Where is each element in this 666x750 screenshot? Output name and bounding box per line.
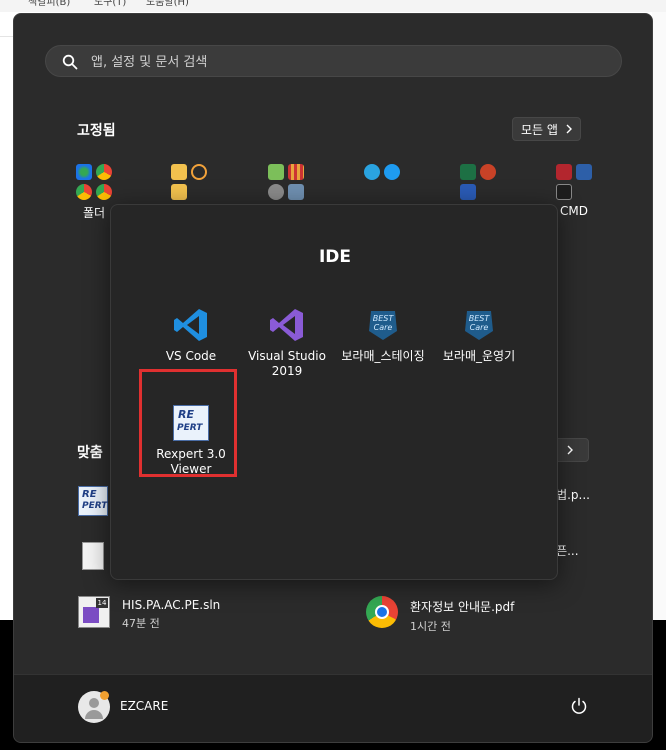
app-label: VS Code: [165, 349, 217, 363]
messenger-folder-icon: [362, 162, 402, 182]
app-label: Visual Studio 2019: [248, 349, 326, 378]
visual-studio-icon: [269, 307, 305, 343]
recommended-title: 맞춤: [77, 445, 103, 461]
app-right-strip: [652, 12, 666, 620]
all-apps-label: 모든 앱: [521, 122, 558, 137]
tools-folder-icon: [266, 162, 306, 202]
more-button[interactable]: [554, 438, 589, 462]
search-icon: [62, 54, 78, 70]
chevron-right-icon: [567, 445, 573, 455]
image-app-icon: [268, 164, 284, 180]
pinned-explorer-folder[interactable]: [169, 162, 209, 202]
calculator-icon: [288, 184, 304, 200]
recommended-item-time: 47분 전: [122, 617, 160, 630]
terminal-icon: [576, 164, 592, 180]
chrome-icon: [96, 164, 112, 180]
app-label: 보라매_스테이징: [341, 349, 425, 363]
explorer-folder-icon: [169, 162, 209, 202]
search-input[interactable]: [89, 50, 593, 74]
selection-highlight: [139, 369, 237, 477]
version-badge: 14: [96, 598, 108, 608]
pinned-title: 고정됨: [77, 123, 116, 139]
chrome-icon: [76, 184, 92, 200]
bestcare-icon: BEST Care: [365, 307, 401, 343]
word-icon: [460, 184, 476, 200]
pinned-cmd-folder[interactable]: [554, 162, 594, 202]
visual-studio-icon: [83, 607, 99, 623]
filezilla-icon: [556, 164, 572, 180]
start-footer: EZCARE: [14, 674, 652, 742]
pinned-browsers-folder[interactable]: [74, 162, 114, 202]
chat-icon: [384, 164, 400, 180]
user-icon: [89, 698, 99, 708]
chevron-right-icon: [566, 124, 572, 134]
app-menubar: 책갈피(B) 도구(T) 도움말(H): [0, 0, 666, 12]
app-boramae-production[interactable]: BEST Care 보라매_운영기: [431, 307, 527, 364]
power-icon[interactable]: [570, 697, 588, 715]
powerpoint-icon: [480, 164, 496, 180]
svg-text:Care: Care: [374, 323, 393, 332]
status-dot: [100, 691, 109, 700]
app-label: 보라매_운영기: [442, 349, 516, 363]
pinned-office-folder[interactable]: [458, 162, 498, 202]
cmd-icon: [556, 184, 572, 200]
folder-icon: [171, 184, 187, 200]
cmd-folder-icon: [554, 162, 594, 202]
folder-icon: [171, 164, 187, 180]
svg-text:BEST: BEST: [469, 314, 491, 323]
start-menu: 고정됨 모든 앱 폴더: [13, 13, 653, 743]
telegram-icon: [364, 164, 380, 180]
chrome-icon: [96, 184, 112, 200]
svg-text:Care: Care: [470, 323, 489, 332]
menubar-help[interactable]: 도움말(H): [146, 0, 189, 8]
document-file-icon[interactable]: [82, 542, 104, 570]
vscode-icon: [173, 307, 209, 343]
rexpert-file-icon[interactable]: RE PERT: [78, 486, 108, 516]
magnifier-icon: [191, 164, 207, 180]
pinned-tools-folder[interactable]: [266, 162, 306, 202]
menubar-tools[interactable]: 도구(T): [94, 0, 126, 8]
svg-text:BEST: BEST: [373, 314, 395, 323]
browsers-folder-icon: [74, 162, 114, 202]
app-visual-studio[interactable]: Visual Studio 2019: [239, 307, 335, 379]
vs-solution-icon: 14: [78, 596, 110, 628]
user-name[interactable]: EZCARE: [120, 699, 168, 713]
app-vscode[interactable]: VS Code: [143, 307, 239, 364]
search-box[interactable]: [45, 45, 622, 77]
recommended-item-time: 1시간 전: [410, 620, 451, 633]
books-icon: [288, 164, 304, 180]
recommended-item-name: 환자정보 안내문.pdf: [410, 600, 515, 614]
user-avatar[interactable]: [78, 691, 110, 723]
app-boramae-staging[interactable]: BEST Care 보라매_스테이징: [335, 307, 431, 364]
office-folder-icon: [458, 162, 498, 202]
edge-icon: [76, 164, 92, 180]
bestcare-icon: BEST Care: [461, 307, 497, 343]
menubar-bookmarks[interactable]: 책갈피(B): [28, 0, 70, 8]
excel-icon: [460, 164, 476, 180]
all-apps-button[interactable]: 모든 앱: [512, 117, 581, 141]
gear-icon: [268, 184, 284, 200]
folder-title[interactable]: IDE: [111, 247, 559, 267]
pinned-messenger-folder[interactable]: [362, 162, 402, 202]
recommended-item-name: HIS.PA.AC.PE.sln: [122, 598, 221, 612]
chrome-icon: [366, 596, 398, 628]
